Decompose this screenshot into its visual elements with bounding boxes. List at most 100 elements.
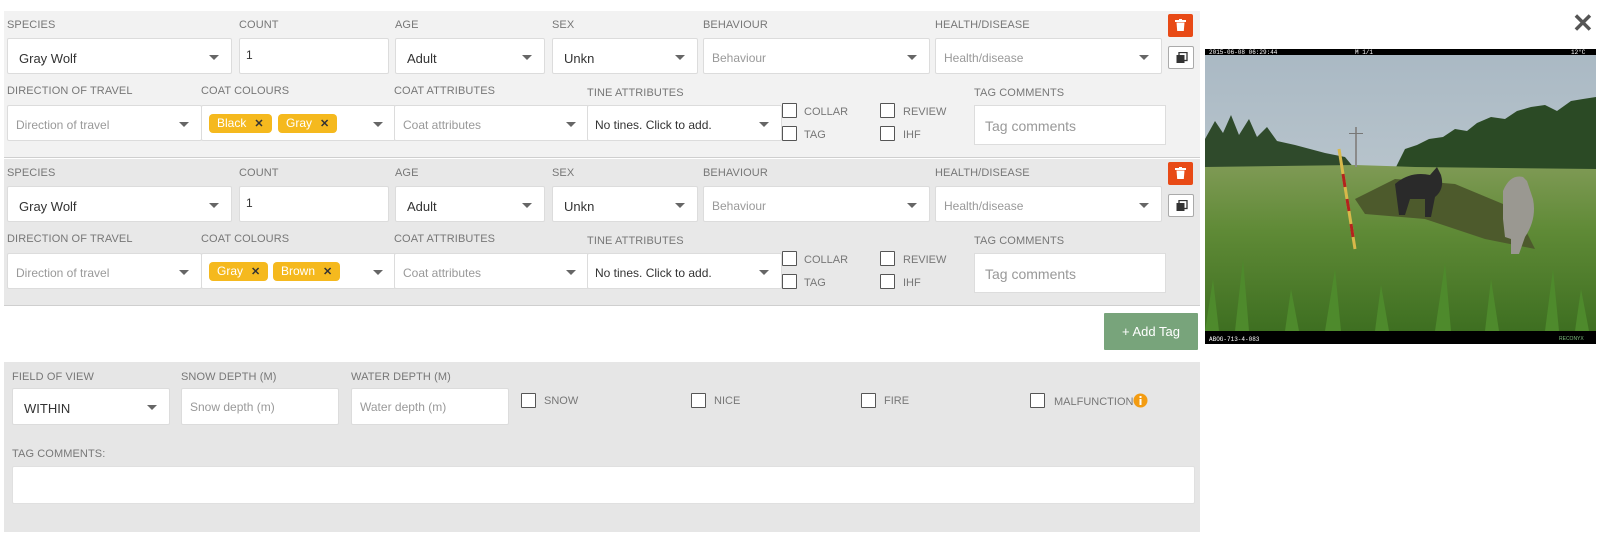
- direction-select[interactable]: Direction of travel: [7, 253, 202, 289]
- health-select[interactable]: Health/disease: [935, 186, 1162, 222]
- direction-placeholder: Direction of travel: [16, 266, 110, 280]
- nice-checkbox[interactable]: [691, 393, 706, 408]
- behaviour-select[interactable]: Behaviour: [703, 38, 930, 74]
- tag-checkbox[interactable]: [782, 126, 797, 141]
- snow-depth-input[interactable]: [181, 388, 339, 425]
- behaviour-label: BEHAVIOUR: [703, 19, 768, 31]
- age-select[interactable]: Adult: [395, 186, 545, 222]
- close-icon[interactable]: ✕: [1572, 10, 1594, 36]
- chip-label: Gray: [217, 264, 244, 278]
- chevron-down-icon: [675, 203, 685, 208]
- coat-colours-select[interactable]: Black ✕ Gray ✕: [201, 105, 396, 141]
- coat-attributes-select[interactable]: Coat attributes: [394, 105, 589, 141]
- chevron-down-icon: [907, 203, 917, 208]
- photo-timestamp: 2015-06-08 06:29:44: [1209, 49, 1278, 56]
- image-comments-input[interactable]: [12, 466, 1195, 504]
- coat-attributes-label: COAT ATTRIBUTES: [394, 233, 496, 245]
- tag-comments-input[interactable]: Tag comments: [974, 253, 1166, 293]
- close-icon[interactable]: ✕: [254, 118, 263, 130]
- sex-select[interactable]: Unkn: [552, 38, 698, 74]
- coat-colours-label: COAT COLOURS: [201, 233, 290, 245]
- snow-depth-label: SNOW DEPTH (M): [181, 371, 277, 383]
- species-label: SPECIES: [7, 167, 56, 179]
- chevron-down-icon: [522, 203, 532, 208]
- close-icon[interactable]: ✕: [323, 266, 332, 278]
- chevron-down-icon: [179, 270, 189, 275]
- coat-colours-label: COAT COLOURS: [201, 85, 290, 97]
- coat-colour-chip[interactable]: Black ✕: [209, 114, 272, 133]
- delete-tag-button[interactable]: [1168, 162, 1193, 185]
- sex-select[interactable]: Unkn: [552, 186, 698, 222]
- tine-attributes-select[interactable]: No tines. Click to add.: [587, 105, 782, 141]
- chevron-down-icon: [566, 270, 576, 275]
- snow-depth-field[interactable]: [182, 389, 338, 424]
- malfunction-checkbox[interactable]: [1030, 393, 1045, 408]
- chevron-down-icon: [907, 55, 917, 60]
- sex-label: SEX: [552, 19, 575, 31]
- species-label: SPECIES: [7, 19, 56, 31]
- chevron-down-icon: [1139, 55, 1149, 60]
- health-placeholder: Health/disease: [944, 51, 1024, 65]
- direction-select[interactable]: Direction of travel: [7, 105, 202, 141]
- snow-checkbox[interactable]: [521, 393, 536, 408]
- copy-tag-button[interactable]: [1168, 46, 1194, 69]
- review-checkbox[interactable]: [880, 251, 895, 266]
- chevron-down-icon: [373, 122, 383, 127]
- close-icon[interactable]: ✕: [320, 118, 329, 130]
- health-label: HEALTH/DISEASE: [935, 19, 1030, 31]
- copy-tag-button[interactable]: [1168, 194, 1194, 217]
- collar-checkbox[interactable]: [782, 251, 797, 266]
- tag-checkbox[interactable]: [782, 274, 797, 289]
- tine-attributes-label: TINE ATTRIBUTES: [587, 87, 684, 99]
- copy-icon: [1176, 200, 1188, 211]
- count-input[interactable]: 1: [239, 38, 389, 74]
- fire-label: FIRE: [884, 395, 910, 407]
- chevron-down-icon: [147, 405, 157, 410]
- tag-comments-placeholder: Tag comments: [985, 118, 1077, 134]
- species-select[interactable]: Gray Wolf: [7, 38, 232, 74]
- trash-icon: [1175, 167, 1186, 179]
- behaviour-select[interactable]: Behaviour: [703, 186, 930, 222]
- age-value: Adult: [407, 51, 437, 66]
- fire-checkbox[interactable]: [861, 393, 876, 408]
- photo-camera-id: ABOG-713-4-083: [1209, 336, 1260, 343]
- coat-attributes-label: COAT ATTRIBUTES: [394, 85, 496, 97]
- tag-label: TAG: [804, 277, 826, 289]
- ihf-checkbox[interactable]: [880, 126, 895, 141]
- delete-tag-button[interactable]: [1168, 14, 1193, 37]
- coat-colours-select[interactable]: Gray ✕ Brown ✕: [201, 253, 396, 289]
- count-input[interactable]: 1: [239, 186, 389, 222]
- species-select[interactable]: Gray Wolf: [7, 186, 232, 222]
- water-depth-field[interactable]: [352, 389, 508, 424]
- ihf-checkbox[interactable]: [880, 274, 895, 289]
- add-tag-button[interactable]: + Add Tag: [1104, 313, 1198, 350]
- chevron-down-icon: [373, 270, 383, 275]
- tag-comments-label: TAG COMMENTS: [974, 87, 1065, 99]
- coat-colour-chip[interactable]: Gray ✕: [278, 114, 338, 133]
- direction-label: DIRECTION OF TRAVEL: [7, 233, 133, 245]
- tag-comments-input[interactable]: Tag comments: [974, 105, 1166, 145]
- count-value: 1: [246, 48, 253, 62]
- tine-attributes-label: TINE ATTRIBUTES: [587, 235, 684, 247]
- close-icon[interactable]: ✕: [251, 266, 260, 278]
- chevron-down-icon: [566, 122, 576, 127]
- age-label: AGE: [395, 167, 419, 179]
- direction-placeholder: Direction of travel: [16, 118, 110, 132]
- species-value: Gray Wolf: [19, 199, 77, 214]
- field-of-view-select[interactable]: WITHIN: [12, 388, 170, 425]
- sex-label: SEX: [552, 167, 575, 179]
- chevron-down-icon: [522, 55, 532, 60]
- direction-label: DIRECTION OF TRAVEL: [7, 85, 133, 97]
- collar-checkbox[interactable]: [782, 103, 797, 118]
- tine-attributes-select[interactable]: No tines. Click to add.: [587, 253, 782, 289]
- info-icon[interactable]: [1133, 393, 1148, 408]
- health-select[interactable]: Health/disease: [935, 38, 1162, 74]
- water-depth-input[interactable]: [351, 388, 509, 425]
- coat-colour-chip[interactable]: Brown ✕: [273, 262, 341, 281]
- coat-attributes-select[interactable]: Coat attributes: [394, 253, 589, 289]
- field-of-view-label: FIELD OF VIEW: [12, 371, 94, 383]
- coat-colour-chip[interactable]: Gray ✕: [209, 262, 269, 281]
- review-checkbox[interactable]: [880, 103, 895, 118]
- age-select[interactable]: Adult: [395, 38, 545, 74]
- photo-frame: M 1/1: [1355, 49, 1373, 56]
